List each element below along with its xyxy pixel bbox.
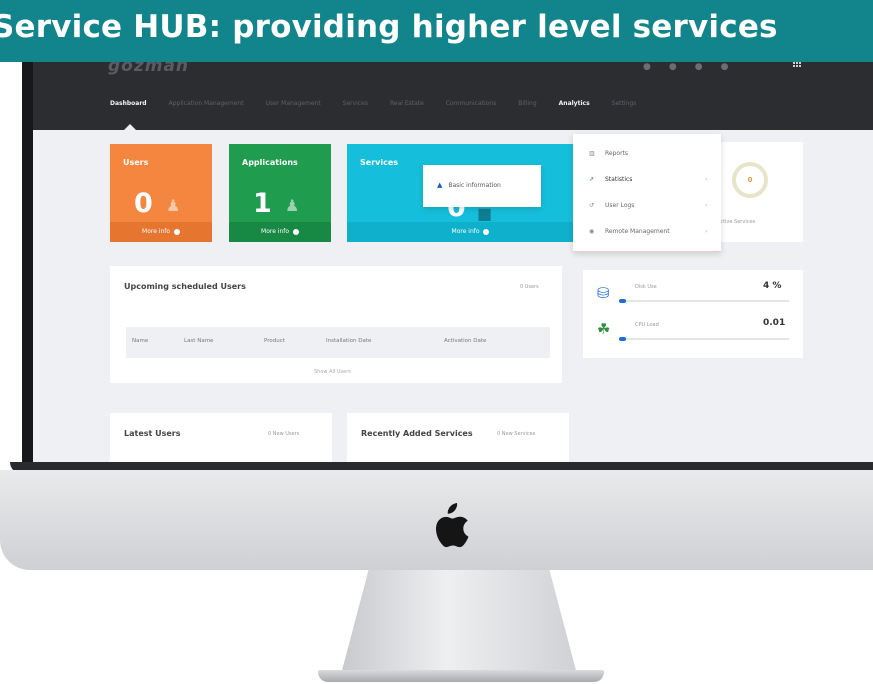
column-activation-date[interactable]: Activation Date	[444, 338, 486, 344]
users-card-title: Users	[123, 158, 149, 167]
upcoming-users-count: 0 Users	[520, 284, 539, 290]
upcoming-users-title: Upcoming scheduled Users	[124, 282, 246, 291]
applications-card-value: 1	[253, 188, 272, 219]
app-header: gozman ●●●● Dashboard Application Manage…	[33, 62, 873, 130]
menu-item-reports[interactable]: ▥ Reports	[589, 150, 628, 157]
column-product[interactable]: Product	[264, 338, 285, 344]
app-logo[interactable]: gozman	[108, 62, 189, 76]
chevron-right-icon: ›	[705, 228, 708, 235]
nav-application-management[interactable]: Application Management	[169, 100, 244, 112]
latest-users-panel: Latest Users 0 New Users	[110, 413, 332, 462]
bell-icon[interactable]: ●	[643, 62, 669, 72]
donut-chart: 0	[732, 162, 768, 198]
nav-services[interactable]: Services	[343, 100, 368, 112]
chevron-right-icon: ›	[705, 176, 708, 183]
nav-active-pointer	[124, 124, 136, 130]
nav-dashboard[interactable]: Dashboard	[110, 100, 147, 112]
recent-services-title: Recently Added Services	[361, 429, 473, 438]
applications-more-info-link[interactable]: More info	[229, 222, 331, 242]
column-name[interactable]: Name	[132, 338, 148, 344]
chart-area-icon: ▲	[437, 181, 443, 189]
eye-icon: ◉	[589, 228, 595, 235]
active-services-widget: 0 Active Services	[713, 142, 803, 242]
analytics-dropdown: ▥ Reports ↗ Statistics › ↺ User Logs › ◉ Rem…	[573, 134, 721, 252]
menu-item-basic-information[interactable]: ▲ Basic information	[437, 181, 501, 189]
main-nav: Dashboard Application Management User Ma…	[110, 100, 658, 112]
flag-icon[interactable]: ●	[721, 62, 747, 72]
disk-use-bar	[619, 299, 789, 303]
menu-item-remote-management[interactable]: ◉ Remote Management	[589, 228, 670, 235]
chevron-right-icon: ›	[705, 202, 708, 209]
header-icons: ●●●●	[643, 62, 746, 72]
recent-services-panel: Recently Added Services 0 New Services	[347, 413, 569, 462]
services-more-info-link[interactable]: More info	[347, 222, 594, 242]
latest-users-title: Latest Users	[124, 429, 181, 438]
cpu-load-bar	[619, 337, 789, 341]
applications-card[interactable]: Applications 1 ♟ More info	[229, 144, 331, 242]
arrow-circle-icon	[292, 228, 299, 235]
user-icon[interactable]: ●	[695, 62, 721, 72]
cpu-load-value: 0.01	[763, 318, 786, 328]
column-installation-date[interactable]: Installation Date	[326, 338, 371, 344]
nav-communications[interactable]: Communications	[446, 100, 496, 112]
bar-chart-icon: ▥	[589, 150, 595, 157]
cpu-load-fill	[619, 337, 626, 341]
disk-use-value: 4 %	[763, 281, 782, 291]
donut-caption: Active Services	[717, 219, 756, 225]
nav-user-management[interactable]: User Management	[266, 100, 321, 112]
hard-drive-icon: ⛁	[597, 284, 610, 302]
recent-services-meta: 0 New Services	[497, 431, 536, 437]
donut-value: 0	[747, 176, 753, 184]
screen: gozman ●●●● Dashboard Application Manage…	[33, 62, 873, 462]
basic-information-menu: ▲ Basic information	[423, 165, 541, 207]
nav-real-estate[interactable]: Real Estate	[390, 100, 424, 112]
monitor-stand	[340, 570, 578, 678]
upcoming-users-table-header: Name Last Name Product Installation Date…	[126, 327, 550, 358]
upcoming-users-panel: Upcoming scheduled Users 0 Users Name La…	[110, 266, 562, 383]
services-card-title: Services	[360, 158, 399, 167]
show-all-users-link[interactable]: Show All Users	[314, 369, 351, 375]
nav-billing[interactable]: Billing	[518, 100, 536, 112]
monitor-stand-base	[318, 670, 604, 682]
nav-analytics[interactable]: Analytics	[559, 100, 590, 112]
column-last-name[interactable]: Last Name	[184, 338, 213, 344]
menu-item-user-logs[interactable]: ↺ User Logs	[589, 202, 634, 209]
users-card[interactable]: Users 0 ♟ More info	[110, 144, 212, 242]
mail-icon[interactable]: ●	[669, 62, 695, 72]
applications-card-title: Applications	[242, 158, 298, 167]
users-more-info-link[interactable]: More info	[110, 222, 212, 242]
apple-logo-icon	[436, 503, 469, 548]
cubes-icon: ☘	[597, 320, 611, 338]
apps-grid-icon[interactable]	[793, 62, 801, 70]
line-chart-icon: ↗	[589, 176, 595, 183]
system-stats-panel: ⛁ Disk Use 4 % ☘ CPU Load 0.01	[583, 270, 803, 358]
user-plus-icon: ♟	[166, 196, 181, 215]
banner-title: Service HUB: providing higher level serv…	[0, 9, 778, 45]
banner: Service HUB: providing higher level serv…	[0, 0, 873, 62]
cpu-load-label: CPU Load	[635, 322, 659, 328]
users-group-icon: ♟	[285, 196, 300, 215]
disk-use-label: Disk Use	[635, 284, 657, 290]
disk-use-fill	[619, 299, 626, 303]
arrow-circle-icon	[173, 228, 180, 235]
menu-item-statistics[interactable]: ↗ Statistics	[589, 176, 632, 183]
users-card-value: 0	[134, 188, 153, 219]
latest-users-meta: 0 New Users	[268, 431, 300, 437]
arrow-circle-icon	[483, 228, 490, 235]
history-icon: ↺	[589, 202, 595, 209]
nav-settings[interactable]: Settings	[612, 100, 637, 112]
